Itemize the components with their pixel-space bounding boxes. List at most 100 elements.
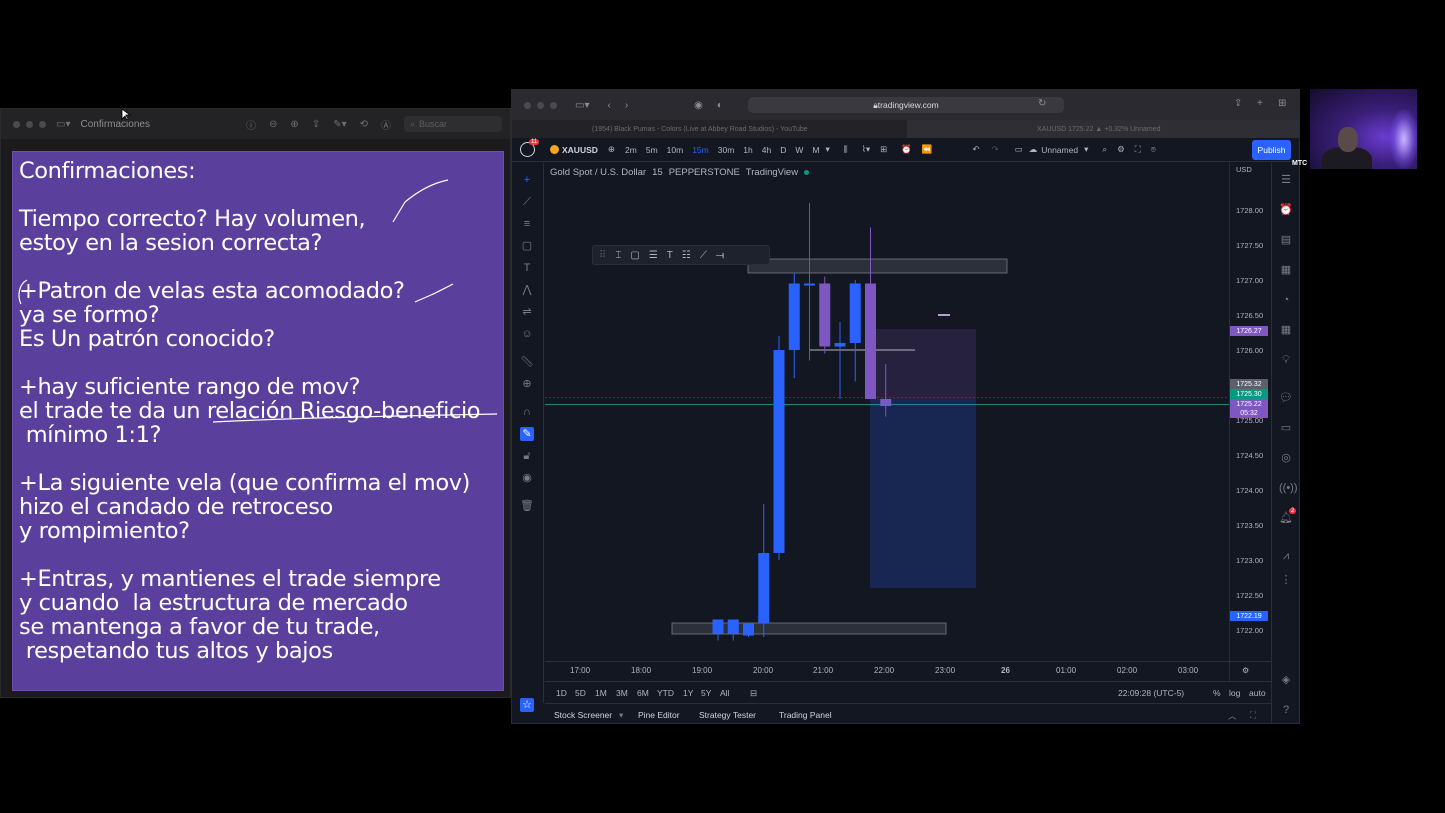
- layers-icon[interactable]: ◈: [1279, 673, 1293, 687]
- pencil-icon[interactable]: ⟋: [700, 250, 707, 261]
- timeframe-1h[interactable]: 1h: [743, 145, 752, 155]
- tab-pine-editor[interactable]: Pine Editor: [638, 710, 680, 720]
- settings-icon[interactable]: ⚙: [1117, 144, 1125, 155]
- timeframe-4h[interactable]: 4h: [762, 145, 771, 155]
- zoom-out-icon[interactable]: ⊖: [269, 119, 277, 130]
- hotlists-icon[interactable]: ◔: [1279, 293, 1293, 307]
- range-5d[interactable]: 5D: [575, 688, 586, 698]
- lines-icon[interactable]: ☰: [649, 250, 658, 261]
- search-input[interactable]: ⌕ Buscar: [404, 116, 502, 132]
- visibility-icon[interactable]: ◉: [520, 471, 534, 485]
- timeframe-15m[interactable]: 15m: [692, 145, 709, 155]
- range-5y[interactable]: 5Y: [701, 688, 711, 698]
- minimize-window-button[interactable]: [537, 101, 544, 109]
- drag-handle-icon[interactable]: ⠿: [599, 250, 606, 261]
- timeframe-dropdown-icon[interactable]: ▾: [826, 144, 830, 155]
- timeframe-30m[interactable]: 30m: [718, 145, 735, 155]
- range-6m[interactable]: 6M: [637, 688, 649, 698]
- share-icon[interactable]: ⇪: [312, 119, 320, 130]
- templates-icon[interactable]: ⊞: [880, 144, 887, 155]
- vertical-measure-icon[interactable]: ⌶: [615, 250, 621, 261]
- candle-type-icon[interactable]: ⫼: [844, 144, 848, 155]
- rotate-icon[interactable]: ⟲: [360, 119, 368, 130]
- privacy-icon[interactable]: ◐: [717, 100, 723, 111]
- collapse-panel-icon[interactable]: ︿: [1228, 710, 1237, 722]
- timeframe-2m[interactable]: 2m: [625, 145, 637, 155]
- alerts-icon[interactable]: ⏰: [1279, 203, 1293, 217]
- axis-settings-icon[interactable]: ⚙: [1242, 666, 1249, 675]
- lock-icon[interactable]: 🔓︎: [520, 449, 534, 463]
- fib-icon[interactable]: ≡: [520, 217, 534, 231]
- ruler-icon[interactable]: 📏︎: [520, 355, 534, 369]
- timeframe-d[interactable]: D: [780, 145, 786, 155]
- prediction-icon[interactable]: ⇌: [520, 305, 534, 319]
- trendline-icon[interactable]: ⟋: [520, 195, 534, 209]
- text-tool-icon[interactable]: T: [667, 250, 673, 261]
- back-icon[interactable]: ‹: [607, 100, 610, 111]
- goto-date-icon[interactable]: ⊟: [750, 688, 757, 699]
- close-window-button[interactable]: [13, 120, 20, 128]
- compare-symbol-icon[interactable]: ⊕: [608, 144, 615, 155]
- reload-icon[interactable]: ↻: [1038, 98, 1046, 109]
- range-1y[interactable]: 1Y: [683, 688, 693, 698]
- layout-dropdown-icon[interactable]: ▾: [1084, 144, 1088, 155]
- zoom-icon[interactable]: ⊕: [520, 377, 534, 391]
- undo-icon[interactable]: ↶: [972, 144, 979, 155]
- snapshot-icon[interactable]: ⌾: [1151, 144, 1156, 155]
- currency-selector[interactable]: USD: [1236, 165, 1252, 174]
- layout-name[interactable]: Unnamed: [1041, 145, 1078, 155]
- trading-icon[interactable]: ⩘: [1279, 549, 1293, 563]
- time-axis[interactable]: 17:00 18:00 19:00 20:00 21:00 22:00 23:0…: [545, 661, 1273, 681]
- new-tab-icon[interactable]: +: [1257, 98, 1263, 109]
- close-window-button[interactable]: [524, 101, 531, 109]
- maximize-panel-icon[interactable]: ⛶: [1250, 710, 1256, 721]
- zoom-window-button[interactable]: [550, 101, 557, 109]
- percent-scale-toggle[interactable]: %: [1213, 688, 1221, 698]
- settings-lines-icon[interactable]: ☷: [682, 250, 691, 261]
- range-1d[interactable]: 1D: [556, 688, 567, 698]
- shapes-icon[interactable]: ▢: [520, 239, 534, 253]
- tab-strategy-tester[interactable]: Strategy Tester: [699, 710, 756, 720]
- crosshair-icon[interactable]: +: [520, 173, 534, 187]
- text-icon[interactable]: T: [520, 261, 534, 275]
- watchlist-icon[interactable]: ☰: [1279, 173, 1293, 187]
- clock-display[interactable]: 22:09:28 (UTC-5): [1118, 688, 1184, 698]
- sidebar-icon[interactable]: ▭▾: [56, 119, 70, 130]
- emoji-icon[interactable]: ☺: [520, 327, 534, 341]
- trash-icon[interactable]: 🗑︎: [520, 499, 534, 513]
- browser-window-controls[interactable]: [524, 101, 557, 109]
- tab-trading-panel[interactable]: Trading Panel: [779, 710, 832, 720]
- log-scale-toggle[interactable]: log: [1229, 688, 1240, 698]
- news-icon[interactable]: ▦: [1279, 263, 1293, 277]
- layout-icon[interactable]: ▭: [1015, 144, 1023, 155]
- alert-icon[interactable]: ⏰: [901, 144, 912, 155]
- streams-icon[interactable]: ◎: [1279, 451, 1293, 465]
- range-ytd[interactable]: YTD: [657, 688, 674, 698]
- broadcast-icon[interactable]: ((•)): [1279, 481, 1298, 495]
- timeframe-10m[interactable]: 10m: [667, 145, 684, 155]
- magnet-icon[interactable]: ∩: [520, 405, 534, 419]
- publish-button[interactable]: Publish: [1252, 140, 1291, 160]
- tab-stock-screener[interactable]: Stock Screener: [554, 710, 612, 720]
- markup-icon[interactable]: ✎▾: [333, 119, 346, 130]
- forward-icon[interactable]: ›: [625, 100, 628, 111]
- range-3m[interactable]: 3M: [616, 688, 628, 698]
- zoom-in-icon[interactable]: ⊕: [290, 119, 298, 130]
- share-icon[interactable]: ⇪: [1234, 98, 1242, 109]
- price-chart[interactable]: [545, 163, 1229, 681]
- window-controls[interactable]: [13, 120, 46, 128]
- messages-icon[interactable]: ▭: [1279, 421, 1293, 435]
- favorites-icon[interactable]: ☆: [520, 698, 534, 712]
- range-all[interactable]: All: [720, 688, 729, 698]
- timeframe-m[interactable]: M: [812, 145, 819, 155]
- auto-scale-toggle[interactable]: auto: [1249, 688, 1266, 698]
- screener-dropdown-icon[interactable]: ▾: [619, 710, 623, 721]
- minimize-window-button[interactable]: [26, 120, 33, 128]
- address-bar[interactable]: 🔒︎ tradingview.com: [748, 97, 1064, 113]
- chats-icon[interactable]: 💬︎: [1279, 391, 1293, 405]
- calendar-icon[interactable]: ▦: [1279, 323, 1293, 337]
- annotate-icon[interactable]: Ⓐ: [381, 117, 391, 132]
- redo-icon[interactable]: ↷: [992, 144, 999, 155]
- rectangle-icon[interactable]: ▢: [630, 250, 639, 261]
- shield-icon[interactable]: ◉: [694, 100, 703, 111]
